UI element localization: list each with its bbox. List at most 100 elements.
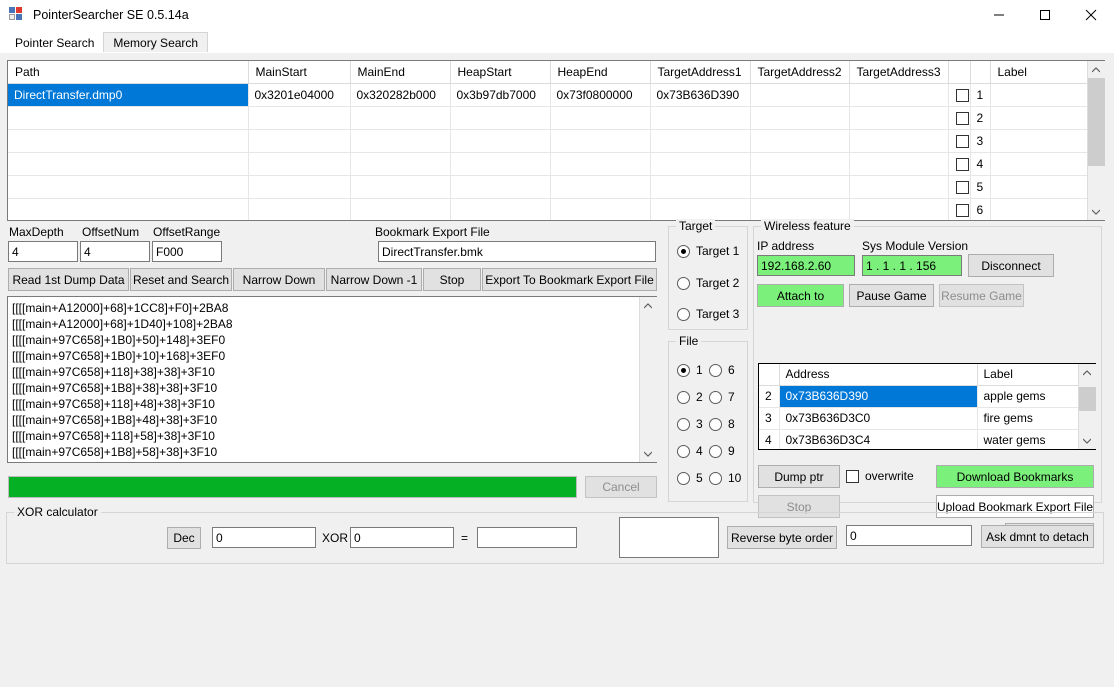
narrow-down-minus-1-button[interactable]: Narrow Down -1 (326, 268, 422, 291)
read-1st-dump-data-button[interactable]: Read 1st Dump Data (8, 268, 129, 291)
bookmark-label-cell[interactable]: water gems (977, 429, 1078, 449)
bookmark-label-cell[interactable]: apple gems (977, 385, 1078, 407)
bookmark-address-cell[interactable]: 0x73B636D3C0 (779, 407, 977, 429)
overwrite-checkbox[interactable]: overwrite (846, 469, 914, 483)
col-checkbox[interactable] (948, 61, 970, 83)
dump-ptr-button[interactable]: Dump ptr (758, 465, 840, 488)
target-address-3-cell[interactable] (849, 106, 948, 129)
heap-start-cell[interactable] (450, 175, 550, 198)
dump-path-cell[interactable] (8, 129, 248, 152)
scroll-up-icon[interactable] (640, 297, 657, 314)
narrow-down-button[interactable]: Narrow Down (233, 268, 325, 291)
results-scroll-track[interactable] (640, 314, 657, 445)
list-item[interactable]: 40x73B636D3C4water gems (759, 429, 1078, 449)
tab-pointer-search[interactable]: Pointer Search (6, 32, 103, 53)
dump-path-cell[interactable] (8, 198, 248, 220)
heap-start-cell[interactable]: 0x3b97db7000 (450, 83, 550, 106)
row-checkbox[interactable] (948, 106, 970, 129)
main-end-cell[interactable] (350, 152, 450, 175)
row-checkbox[interactable] (948, 152, 970, 175)
main-end-cell[interactable] (350, 129, 450, 152)
offsetrange-input[interactable] (152, 241, 222, 262)
target-address-1-cell[interactable]: 0x73B636D390 (650, 83, 750, 106)
bm-col-address[interactable]: Address (779, 364, 977, 385)
grid-scroll-track[interactable] (1088, 78, 1105, 203)
maxdepth-input[interactable] (8, 241, 78, 262)
target-address-3-cell[interactable] (849, 175, 948, 198)
col-heapend[interactable]: HeapEnd (550, 61, 650, 83)
target-address-1-cell[interactable] (650, 198, 750, 220)
heap-start-cell[interactable] (450, 198, 550, 220)
table-row[interactable]: 5 (8, 175, 1087, 198)
heap-start-cell[interactable] (450, 152, 550, 175)
main-start-cell[interactable] (248, 198, 350, 220)
minimize-icon[interactable] (976, 0, 1022, 30)
bookmarks-scroll-track[interactable] (1079, 381, 1096, 432)
col-targetaddress1[interactable]: TargetAddress1 (650, 61, 750, 83)
heap-end-cell[interactable] (550, 129, 650, 152)
cancel-button[interactable]: Cancel (585, 476, 657, 498)
target-address-2-cell[interactable] (750, 152, 849, 175)
maximize-icon[interactable] (1022, 0, 1068, 30)
row-checkbox[interactable] (948, 175, 970, 198)
reset-and-search-button[interactable]: Reset and Search (130, 268, 232, 291)
heap-end-cell[interactable]: 0x73f0800000 (550, 83, 650, 106)
target-address-3-cell[interactable] (849, 83, 948, 106)
dump-path-cell[interactable]: DirectTransfer.dmp0 (8, 83, 248, 106)
pointer-results-textarea[interactable]: [[[[main+A12000]+68]+1CC8]+F0]+2BA8 [[[[… (7, 296, 657, 463)
bm-col-label[interactable]: Label (977, 364, 1078, 385)
target-address-1-cell[interactable] (650, 152, 750, 175)
main-start-cell[interactable] (248, 175, 350, 198)
pointer-results-text[interactable]: [[[[main+A12000]+68]+1CC8]+F0]+2BA8 [[[[… (8, 297, 639, 462)
row-label-cell[interactable] (990, 106, 1087, 129)
heap-end-cell[interactable] (550, 198, 650, 220)
download-bookmarks-button[interactable]: Download Bookmarks (936, 465, 1094, 488)
table-row[interactable]: DirectTransfer.dmp00x3201e040000x320282b… (8, 83, 1087, 106)
target-address-2-cell[interactable] (750, 83, 849, 106)
row-label-cell[interactable] (990, 198, 1087, 220)
main-start-cell[interactable] (248, 106, 350, 129)
xor-result-input[interactable] (477, 527, 577, 548)
radio-file-3[interactable]: 3 (677, 417, 703, 431)
radio-file-9[interactable]: 9 (709, 444, 735, 458)
scroll-up-icon[interactable] (1088, 61, 1105, 78)
main-end-cell[interactable] (350, 175, 450, 198)
dump-path-cell[interactable] (8, 152, 248, 175)
ask-dmnt-to-detach-button[interactable]: Ask dmnt to detach (981, 525, 1094, 548)
row-label-cell[interactable] (990, 152, 1087, 175)
bookmark-address-cell[interactable]: 0x73B636D3C4 (779, 429, 977, 449)
row-label-cell[interactable] (990, 83, 1087, 106)
row-checkbox[interactable] (948, 198, 970, 220)
col-targetaddress3[interactable]: TargetAddress3 (849, 61, 948, 83)
scroll-up-icon[interactable] (1079, 364, 1096, 381)
target-address-2-cell[interactable] (750, 129, 849, 152)
grid-scroll-thumb[interactable] (1088, 78, 1105, 166)
main-start-cell[interactable] (248, 152, 350, 175)
grid-vertical-scrollbar[interactable] (1087, 61, 1104, 220)
stop-search-button[interactable]: Stop (423, 268, 481, 291)
col-path[interactable]: Path (8, 61, 248, 83)
sys-module-version-input[interactable] (862, 255, 962, 276)
ip-address-input[interactable] (757, 255, 855, 276)
resume-game-button[interactable]: Resume Game (939, 284, 1024, 307)
radio-target-1[interactable]: Target 1 (677, 244, 739, 258)
heap-end-cell[interactable] (550, 106, 650, 129)
tab-memory-search[interactable]: Memory Search (103, 32, 208, 53)
radio-file-10[interactable]: 10 (709, 471, 741, 485)
target-address-1-cell[interactable] (650, 175, 750, 198)
export-to-bookmark-export-file-button[interactable]: Export To Bookmark Export File (482, 268, 657, 291)
main-end-cell[interactable]: 0x320282b000 (350, 83, 450, 106)
radio-target-2[interactable]: Target 2 (677, 276, 739, 290)
main-start-cell[interactable] (248, 129, 350, 152)
close-icon[interactable] (1068, 0, 1114, 30)
bookmark-address-cell[interactable]: 0x73B636D390 (779, 385, 977, 407)
dec-toggle-button[interactable]: Dec (167, 527, 201, 549)
row-checkbox[interactable] (948, 83, 970, 106)
radio-file-2[interactable]: 2 (677, 390, 703, 404)
disconnect-button[interactable]: Disconnect (968, 254, 1054, 277)
radio-file-6[interactable]: 6 (709, 363, 735, 377)
col-label[interactable]: Label (990, 61, 1087, 83)
main-end-cell[interactable] (350, 198, 450, 220)
radio-file-8[interactable]: 8 (709, 417, 735, 431)
radio-file-4[interactable]: 4 (677, 444, 703, 458)
